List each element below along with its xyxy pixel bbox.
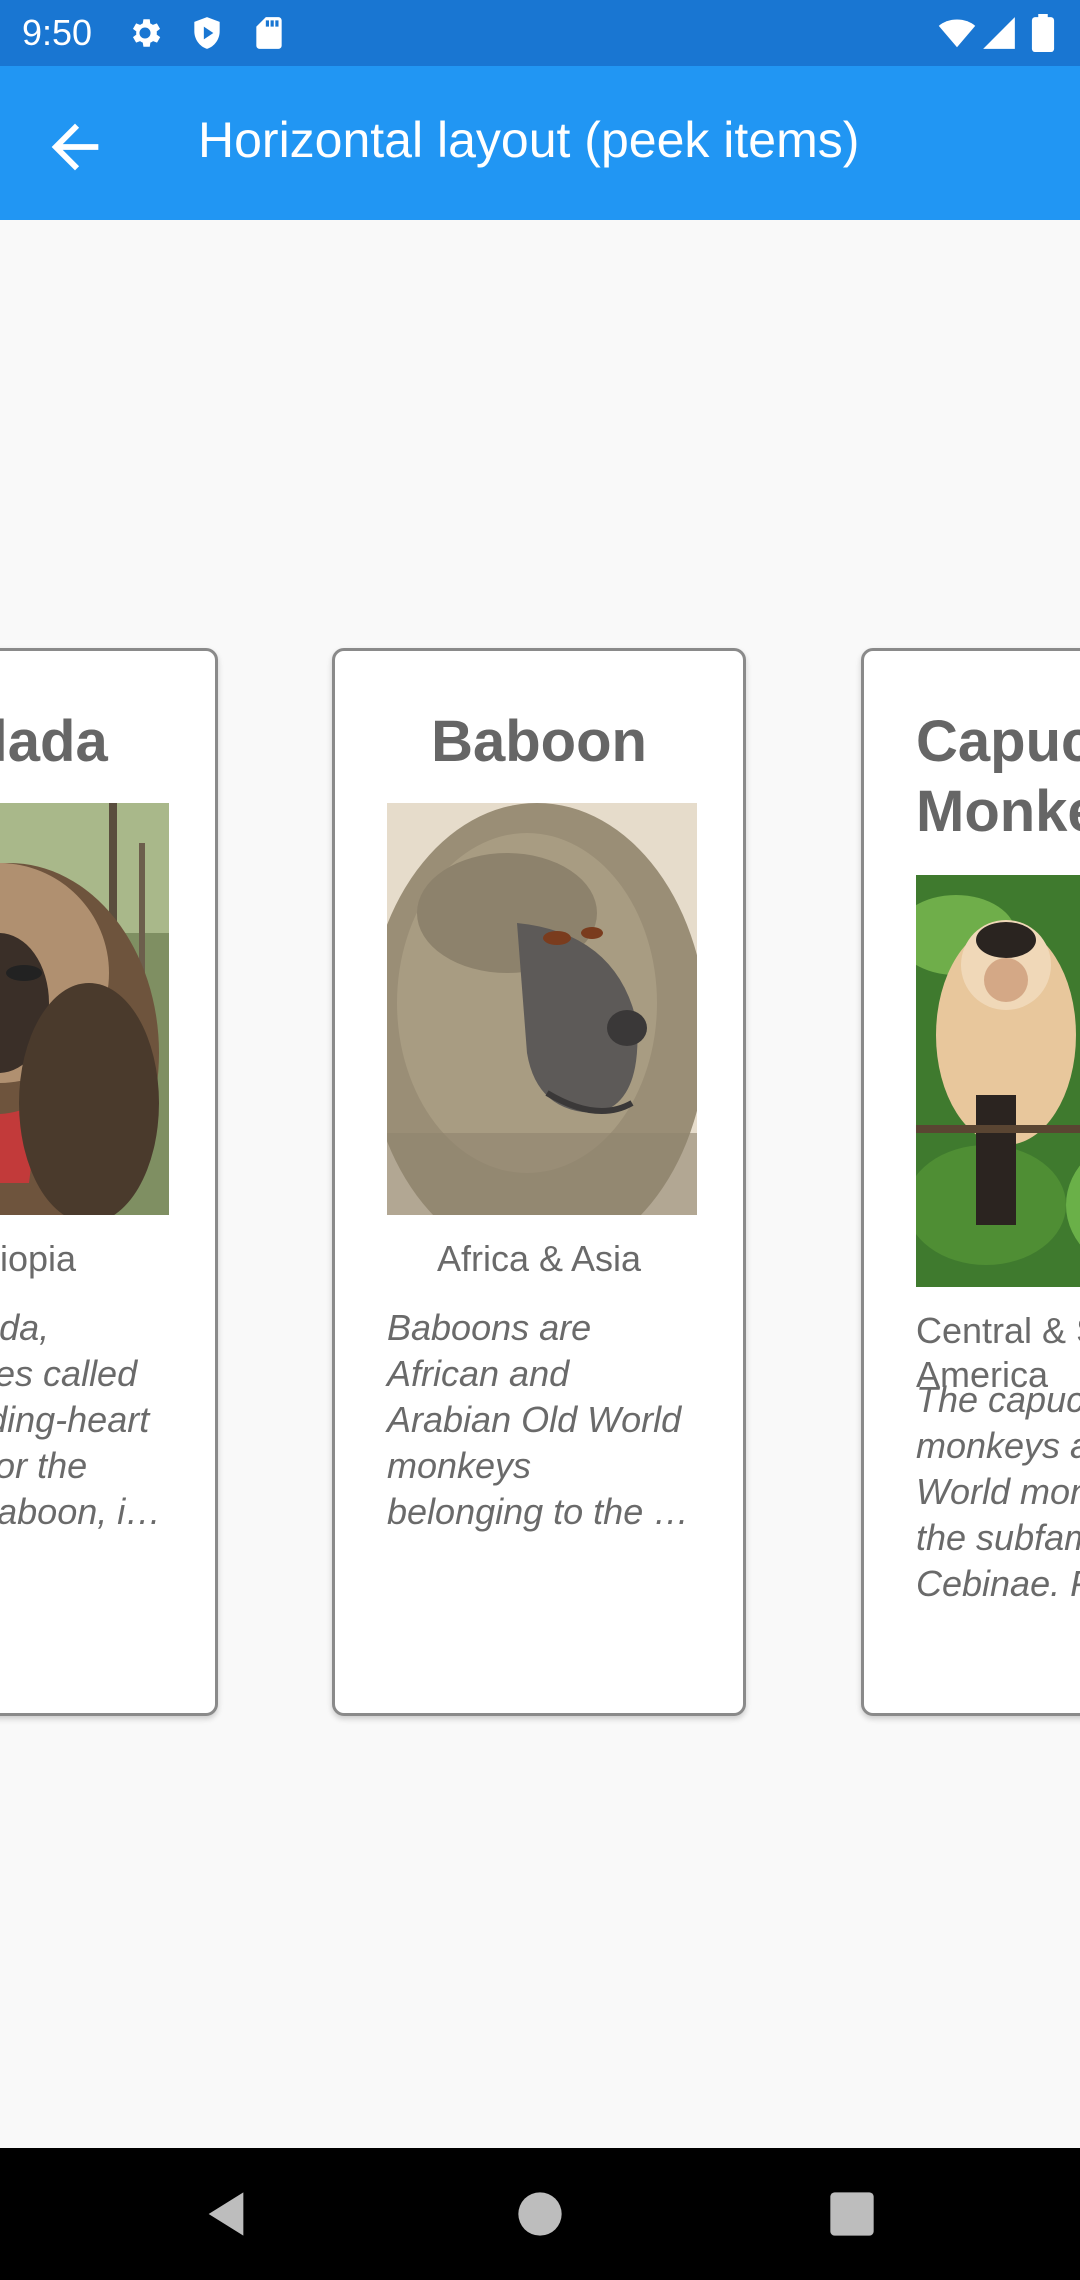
- sd-card-icon: [250, 14, 288, 52]
- nav-home-icon[interactable]: [514, 2188, 566, 2240]
- card-capuchin[interactable]: Capuchin Monkey Central & South America …: [861, 648, 1080, 1716]
- status-bar: 9:50: [0, 0, 1080, 66]
- navigation-bar: [0, 2148, 1080, 2280]
- page-title: Horizontal layout (peek items): [198, 112, 860, 168]
- wifi-icon: [938, 14, 976, 52]
- card-description: The capuchin monkeys are New World monke…: [916, 1379, 1080, 1604]
- cell-signal-icon: [980, 14, 1018, 52]
- app-bar: Horizontal layout (peek items): [0, 66, 1080, 220]
- gear-icon: [126, 14, 164, 52]
- shield-play-icon: [188, 14, 226, 52]
- card-gelada[interactable]: Gelada Ethiopia The gelada, sometimes ca…: [0, 648, 218, 1716]
- nav-back-icon[interactable]: [200, 2188, 252, 2240]
- status-time: 9:50: [22, 12, 93, 53]
- card-title: Gelada: [0, 709, 108, 774]
- gelada-photo: [0, 803, 169, 1215]
- card-location: Africa & Asia: [436, 1238, 642, 1279]
- nav-recents-icon[interactable]: [826, 2188, 878, 2240]
- card-description: Baboons are African and Arabian Old Worl…: [387, 1307, 690, 1532]
- card-title: Baboon: [431, 709, 647, 774]
- carousel[interactable]: Gelada Ethiopia The gelada, sometimes ca…: [0, 220, 1080, 2148]
- card-baboon[interactable]: Baboon Africa & Asia Baboons are African…: [332, 648, 746, 1716]
- battery-icon: [1030, 14, 1056, 52]
- capuchin-photo: [916, 875, 1080, 1287]
- arrow-back-icon[interactable]: [40, 112, 110, 182]
- baboon-photo: [387, 803, 697, 1215]
- card-description: The gelada, sometimes called the bleedin…: [0, 1307, 162, 1532]
- card-title: Capuchin Monkey: [916, 709, 1080, 844]
- card-location: Ethiopia: [0, 1238, 77, 1279]
